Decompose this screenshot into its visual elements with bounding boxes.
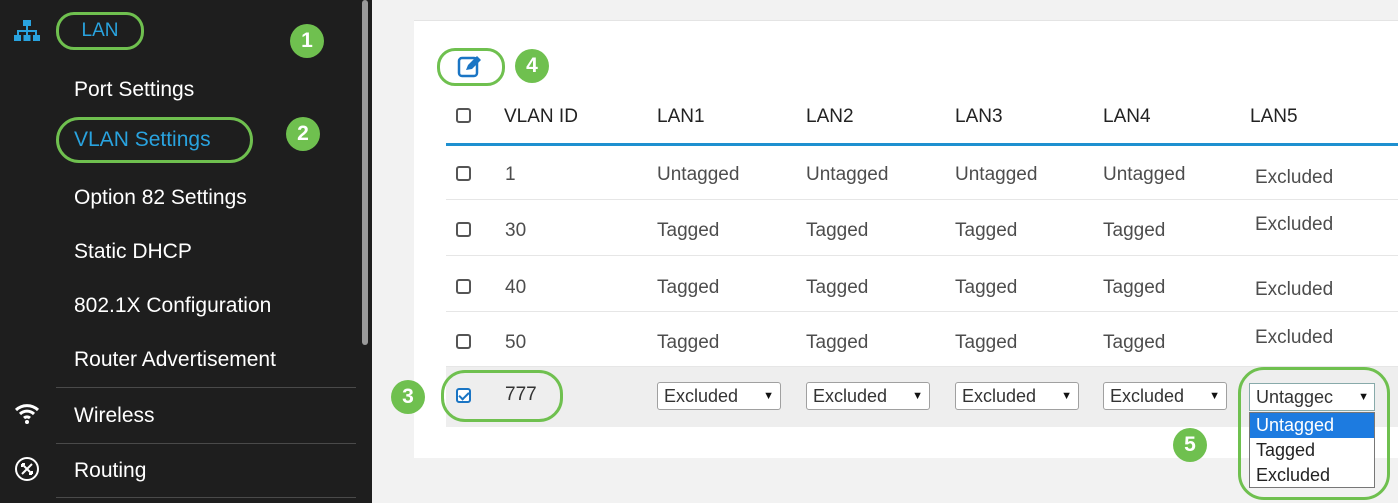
lan3-select[interactable]: Excluded ▼ (955, 382, 1079, 410)
row-lan2: Tagged (806, 332, 869, 353)
row-lan4: Tagged (1103, 277, 1166, 298)
row-lan5: Excluded (1255, 279, 1334, 300)
header-vlan-id: VLAN ID (504, 106, 578, 127)
lan2-select[interactable]: Excluded ▼ (806, 382, 930, 410)
dropdown-option-untagged[interactable]: Untagged (1250, 413, 1374, 438)
wifi-icon (14, 404, 40, 424)
row-vlan-id: 1 (505, 164, 516, 185)
row-lan5: Excluded (1255, 167, 1334, 188)
select-all-checkbox[interactable] (456, 108, 471, 123)
routing-icon (15, 457, 39, 481)
row-lan1: Untagged (657, 164, 740, 185)
row-lan4: Tagged (1103, 220, 1166, 241)
header-lan1: LAN1 (657, 106, 705, 127)
lan1-select[interactable]: Excluded ▼ (657, 382, 781, 410)
sidebar-scrollbar[interactable] (362, 0, 368, 345)
panel-divider (414, 20, 1398, 21)
row-lan4: Untagged (1103, 164, 1186, 185)
header-lan2: LAN2 (806, 106, 854, 127)
header-lan5: LAN5 (1250, 106, 1298, 127)
dropdown-arrow-icon: ▼ (1061, 390, 1072, 402)
row-lan5: Excluded (1255, 327, 1334, 348)
sidebar-item-8021x-configuration[interactable]: 802.1X Configuration (74, 294, 271, 318)
dropdown-option-tagged[interactable]: Tagged (1250, 438, 1374, 463)
header-rule (446, 143, 1398, 146)
sidebar-section-lan[interactable]: LAN (56, 12, 144, 50)
sidebar: LAN Port Settings VLAN Settings Option 8… (0, 0, 372, 503)
row-divider (446, 199, 1398, 200)
lan5-dropdown-list: Untagged Tagged Excluded (1249, 412, 1375, 488)
lan3-select-value: Excluded (962, 386, 1037, 406)
row-lan3: Tagged (955, 332, 1018, 353)
row-lan4: Tagged (1103, 332, 1166, 353)
lan2-select-value: Excluded (813, 386, 888, 406)
sidebar-item-port-settings[interactable]: Port Settings (74, 78, 194, 102)
header-lan3: LAN3 (955, 106, 1003, 127)
row-vlan-id: 40 (505, 277, 527, 298)
dropdown-arrow-icon: ▼ (1209, 390, 1220, 402)
sidebar-nav-routing[interactable]: Routing (74, 459, 146, 483)
row-checkbox[interactable] (456, 222, 471, 237)
step-badge-2: 2 (286, 117, 320, 151)
row-lan3: Tagged (955, 220, 1018, 241)
row-checkbox[interactable] (456, 334, 471, 349)
row-divider (446, 255, 1398, 256)
network-icon (14, 20, 40, 41)
row-divider (446, 311, 1398, 312)
row-lan1: Tagged (657, 332, 720, 353)
row-vlan-id: 777 (505, 384, 537, 405)
sidebar-item-vlan-settings[interactable]: VLAN Settings (56, 117, 253, 163)
row-vlan-id: 30 (505, 220, 527, 241)
row-lan2: Tagged (806, 220, 869, 241)
row-lan3: Untagged (955, 164, 1038, 185)
sidebar-divider (56, 387, 356, 388)
lan4-select[interactable]: Excluded ▼ (1103, 382, 1227, 410)
row-lan3: Tagged (955, 277, 1018, 298)
row-lan5: Excluded (1255, 214, 1334, 235)
row-lan1: Tagged (657, 220, 720, 241)
sidebar-item-router-advertisement[interactable]: Router Advertisement (74, 348, 276, 372)
sidebar-divider (56, 443, 356, 444)
row-checkbox-checked[interactable] (456, 388, 471, 403)
row-vlan-id: 50 (505, 332, 527, 353)
step-badge-4: 4 (515, 49, 549, 83)
row-lan2: Untagged (806, 164, 889, 185)
sidebar-nav-wireless[interactable]: Wireless (74, 404, 155, 428)
edit-icon[interactable] (457, 54, 483, 80)
lan5-select[interactable]: Untaggec ▼ (1249, 383, 1375, 411)
lan5-select-value: Untaggec (1256, 387, 1334, 407)
dropdown-option-excluded[interactable]: Excluded (1250, 463, 1374, 488)
row-checkbox[interactable] (456, 166, 471, 181)
step-badge-1: 1 (290, 24, 324, 58)
lan1-select-value: Excluded (664, 386, 739, 406)
row-checkbox[interactable] (456, 279, 471, 294)
row-lan2: Tagged (806, 277, 869, 298)
step-badge-5: 5 (1173, 428, 1207, 462)
dropdown-arrow-icon: ▼ (763, 390, 774, 402)
header-lan4: LAN4 (1103, 106, 1151, 127)
lan4-select-value: Excluded (1110, 386, 1185, 406)
dropdown-arrow-icon: ▼ (912, 390, 923, 402)
sidebar-divider (56, 497, 356, 498)
dropdown-arrow-icon: ▼ (1356, 384, 1369, 410)
row-lan1: Tagged (657, 277, 720, 298)
sidebar-item-static-dhcp[interactable]: Static DHCP (74, 240, 192, 264)
step-badge-3: 3 (391, 380, 425, 414)
sidebar-item-option-82-settings[interactable]: Option 82 Settings (74, 186, 247, 210)
